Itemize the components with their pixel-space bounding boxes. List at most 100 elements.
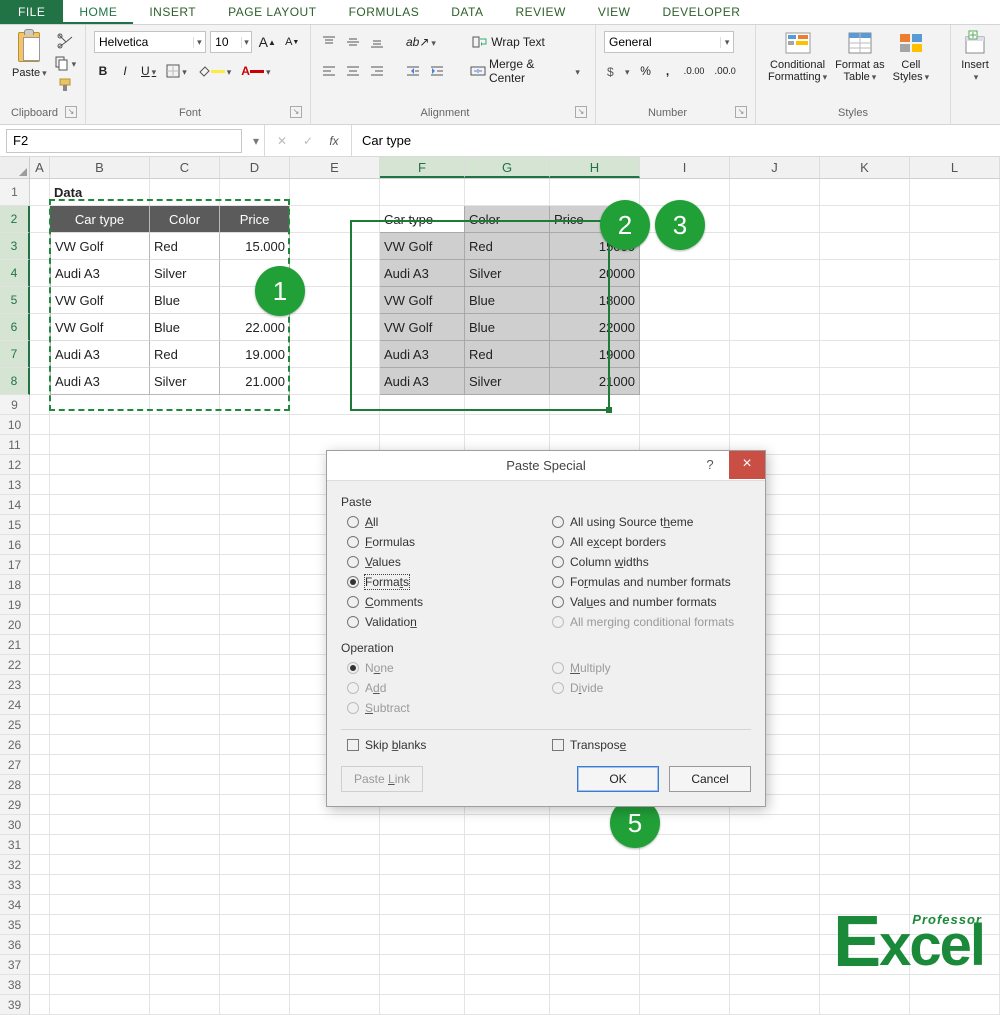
cell[interactable]	[730, 975, 820, 995]
cell[interactable]	[820, 695, 910, 715]
cell[interactable]	[150, 715, 220, 735]
cell[interactable]	[290, 206, 380, 233]
cell[interactable]	[290, 955, 380, 975]
cell[interactable]: VW Golf	[380, 233, 465, 260]
row-header[interactable]: 25	[0, 715, 30, 735]
cell[interactable]	[220, 179, 290, 206]
cell[interactable]	[150, 615, 220, 635]
cell[interactable]	[150, 755, 220, 775]
row-header[interactable]: 7	[0, 341, 30, 368]
radio-theme[interactable]: All using Source theme	[552, 515, 751, 529]
cell[interactable]	[820, 835, 910, 855]
cell[interactable]	[220, 455, 290, 475]
cell[interactable]	[910, 975, 1000, 995]
cell[interactable]	[290, 915, 380, 935]
cell[interactable]	[465, 395, 550, 415]
cell[interactable]	[820, 455, 910, 475]
cell[interactable]: Audi A3	[50, 341, 150, 368]
radio-except-borders[interactable]: All except borders	[552, 535, 751, 549]
row-header[interactable]: 4	[0, 260, 30, 287]
cell[interactable]	[150, 915, 220, 935]
cell[interactable]: 18000	[550, 287, 640, 314]
row-header[interactable]: 32	[0, 855, 30, 875]
cell[interactable]	[730, 855, 820, 875]
cell[interactable]	[50, 415, 150, 435]
cell[interactable]	[220, 935, 290, 955]
comma-button[interactable]: ,	[659, 61, 677, 81]
cell[interactable]	[910, 715, 1000, 735]
cell[interactable]	[640, 314, 730, 341]
cell[interactable]	[220, 395, 290, 415]
increase-decimal-button[interactable]: .0.00	[681, 61, 708, 81]
cell[interactable]	[910, 635, 1000, 655]
cell[interactable]	[150, 555, 220, 575]
cell[interactable]	[220, 695, 290, 715]
decrease-decimal-button[interactable]: .00.0	[711, 61, 738, 81]
cell[interactable]	[820, 555, 910, 575]
cell[interactable]: Silver	[150, 368, 220, 395]
font-launcher[interactable]: ↘	[290, 106, 302, 118]
cell[interactable]	[730, 875, 820, 895]
cell[interactable]	[730, 260, 820, 287]
radio-column-widths[interactable]: Column widths	[552, 555, 751, 569]
cell[interactable]	[30, 795, 50, 815]
cell[interactable]	[820, 715, 910, 735]
cell[interactable]	[150, 735, 220, 755]
select-all-corner[interactable]	[0, 157, 30, 178]
cell[interactable]	[465, 935, 550, 955]
cell[interactable]	[220, 975, 290, 995]
merge-center-button[interactable]: Merge & Center	[463, 61, 587, 81]
name-box[interactable]	[6, 129, 242, 153]
cell[interactable]	[220, 615, 290, 635]
cell[interactable]	[30, 535, 50, 555]
cell[interactable]	[820, 855, 910, 875]
cell[interactable]	[150, 435, 220, 455]
cell[interactable]	[820, 341, 910, 368]
fx-insert-function-button[interactable]: fx	[325, 134, 343, 148]
cell[interactable]	[30, 855, 50, 875]
cell[interactable]	[910, 475, 1000, 495]
cell[interactable]	[50, 395, 150, 415]
cell[interactable]	[30, 755, 50, 775]
clipboard-launcher[interactable]: ↘	[65, 106, 77, 118]
cell[interactable]	[220, 895, 290, 915]
cell[interactable]	[910, 755, 1000, 775]
cell[interactable]	[50, 555, 150, 575]
cell[interactable]	[150, 975, 220, 995]
row-header[interactable]: 3	[0, 233, 30, 260]
cell[interactable]: Audi A3	[380, 368, 465, 395]
wrap-text-button[interactable]: Wrap Text	[465, 32, 552, 52]
tab-view[interactable]: VIEW	[582, 0, 647, 24]
cell[interactable]	[150, 675, 220, 695]
copy-button[interactable]	[51, 53, 80, 73]
cell[interactable]: 22.000	[220, 314, 290, 341]
bold-button[interactable]: B	[94, 61, 112, 81]
cell[interactable]	[220, 555, 290, 575]
cell[interactable]	[465, 915, 550, 935]
cell[interactable]	[550, 915, 640, 935]
cell[interactable]	[220, 875, 290, 895]
dialog-close-button[interactable]: ×	[729, 451, 765, 479]
font-size-combo[interactable]: ▾	[210, 31, 252, 53]
cell[interactable]	[150, 475, 220, 495]
cell[interactable]	[220, 915, 290, 935]
cell[interactable]	[290, 368, 380, 395]
italic-button[interactable]: I	[116, 61, 134, 81]
cell[interactable]	[820, 655, 910, 675]
cell[interactable]	[50, 535, 150, 555]
row-header[interactable]: 14	[0, 495, 30, 515]
cell[interactable]	[30, 735, 50, 755]
cell[interactable]	[820, 495, 910, 515]
cell[interactable]	[290, 179, 380, 206]
cell[interactable]	[550, 395, 640, 415]
cell[interactable]	[30, 206, 50, 233]
cell[interactable]	[910, 855, 1000, 875]
borders-button[interactable]	[163, 61, 190, 81]
cell[interactable]	[550, 855, 640, 875]
tab-home[interactable]: HOME	[63, 0, 133, 24]
cell[interactable]: VW Golf	[50, 287, 150, 314]
cell[interactable]	[150, 415, 220, 435]
cell[interactable]	[290, 314, 380, 341]
cell[interactable]	[30, 815, 50, 835]
cell[interactable]	[380, 395, 465, 415]
